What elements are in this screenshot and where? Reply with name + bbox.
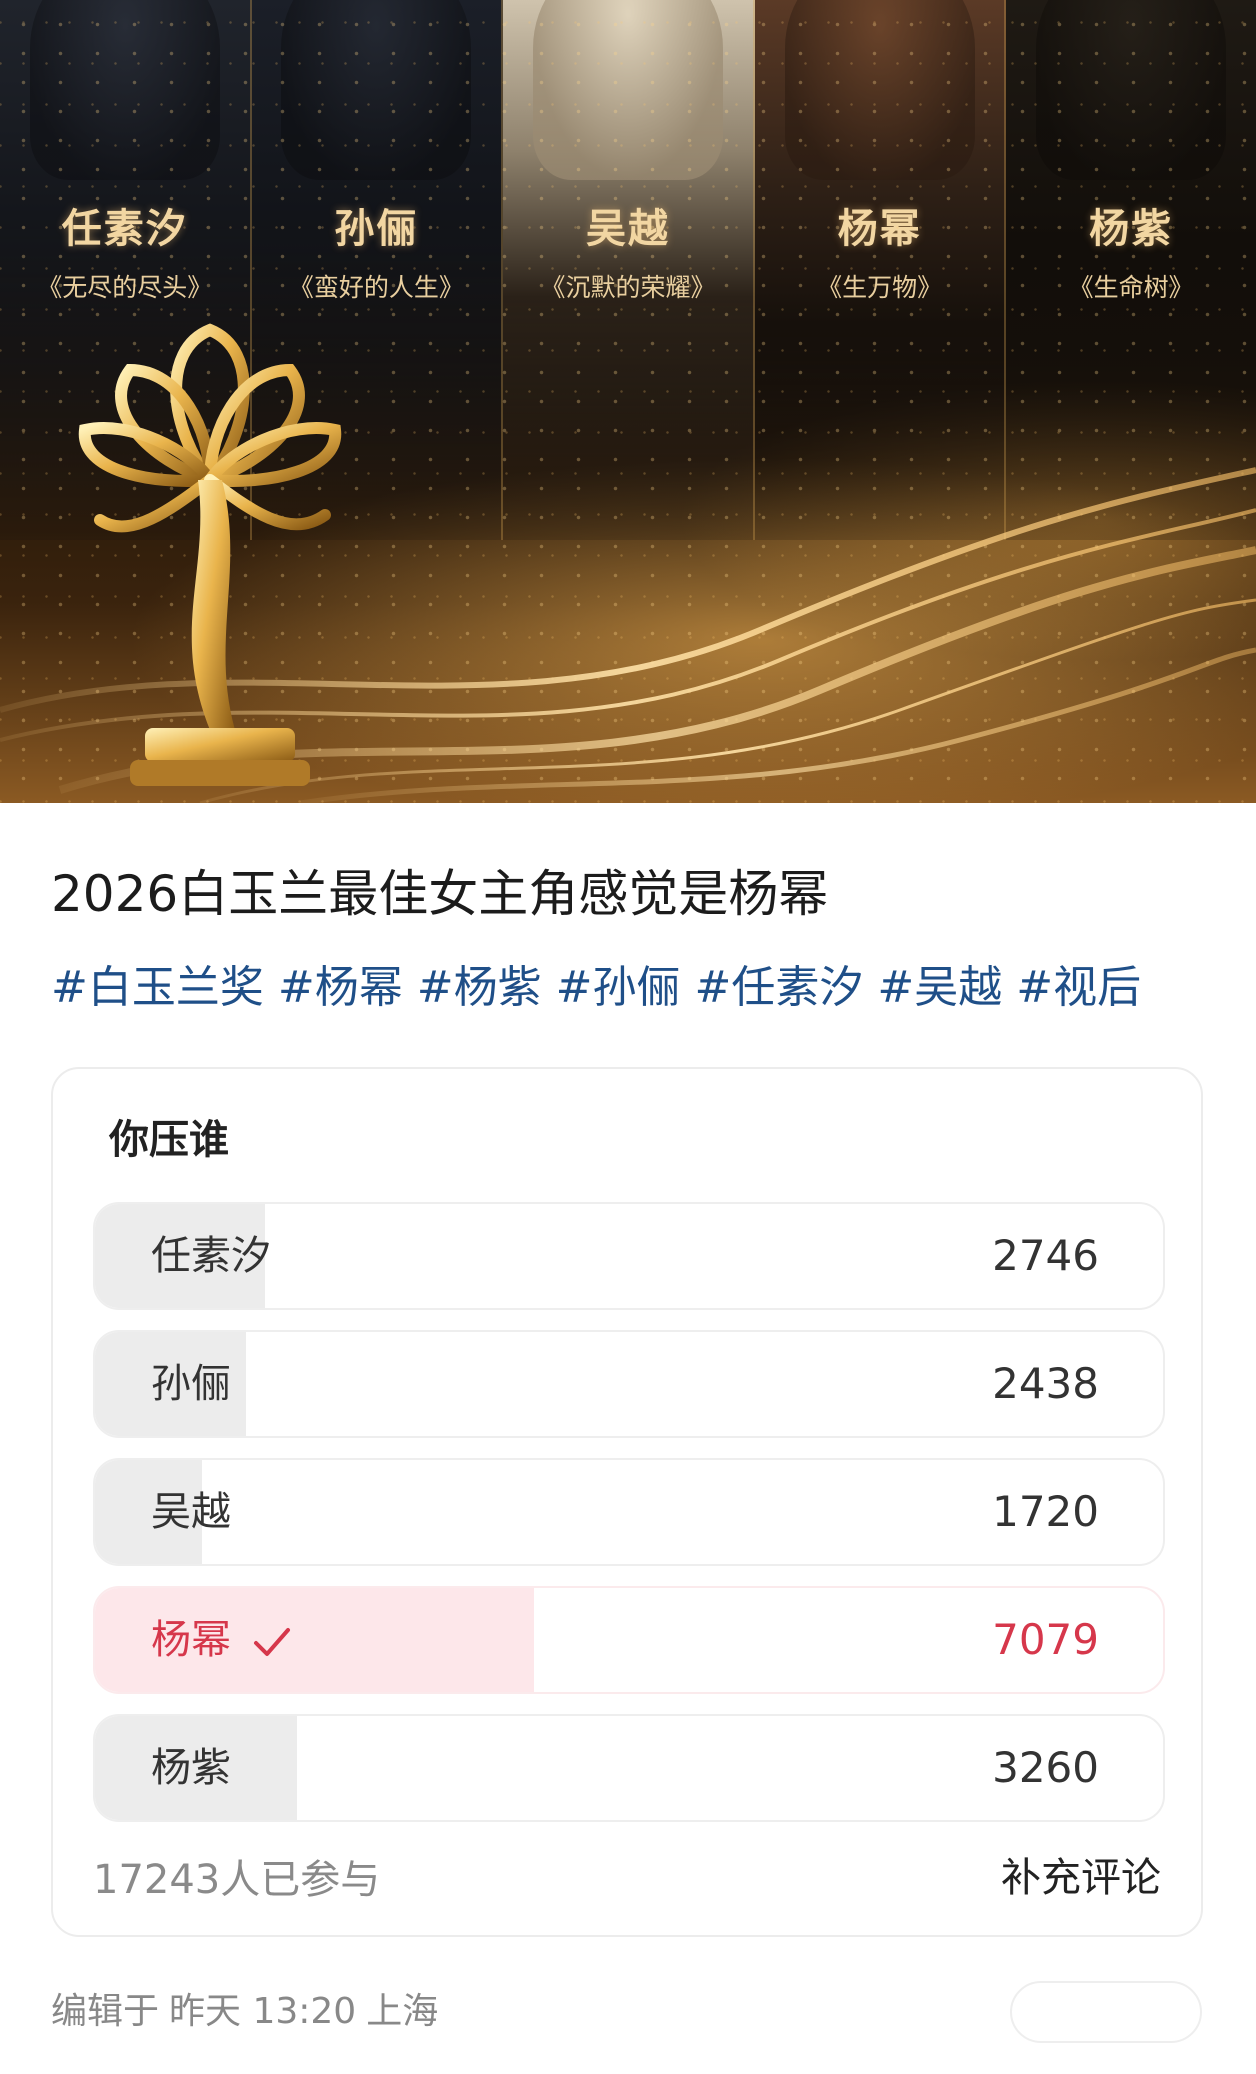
- poll-option-label: 任素汐: [151, 1233, 271, 1279]
- hashtag-list: #白玉兰奖 #杨幂 #杨紫 #孙俪 #任素汐 #吴越 #视后: [51, 958, 1231, 1018]
- poll-option-count: 1720: [992, 1487, 1099, 1536]
- poll-option[interactable]: 杨紫 3260: [93, 1714, 1165, 1822]
- poll-card: 你压谁 任素汐 2746 孙俪 2438 吴越 1720 杨幂 7079 杨紫 …: [51, 1067, 1203, 1937]
- hashtag-link[interactable]: #吴越: [877, 958, 1002, 1018]
- poll-option-count: 3260: [992, 1743, 1099, 1792]
- hashtag-link[interactable]: #孙俪: [556, 958, 681, 1018]
- post-title: 2026白玉兰最佳女主角感觉是杨幂: [51, 865, 829, 923]
- poll-option-label: 吴越: [151, 1489, 231, 1535]
- poll-option[interactable]: 任素汐 2746: [93, 1202, 1165, 1310]
- add-comment-link[interactable]: 补充评论: [1001, 1845, 1161, 1903]
- poll-option[interactable]: 孙俪 2438: [93, 1330, 1165, 1438]
- hashtag-link[interactable]: #白玉兰奖: [51, 958, 264, 1018]
- participant-count: 17243人已参与: [93, 1857, 381, 1903]
- hashtag-link[interactable]: #杨幂: [278, 958, 403, 1018]
- poll-option-label: 孙俪: [151, 1361, 231, 1407]
- edited-prefix: 编辑于: [51, 1991, 160, 2032]
- poll-option-count: 7079: [992, 1615, 1099, 1664]
- post-page: 任素汐 《无尽的尽头》 孙俪 《蛮好的人生》 吴越 《沉默的荣耀》 杨幂 《生万…: [0, 0, 1256, 2074]
- poll-option-selected[interactable]: 杨幂 7079: [93, 1586, 1165, 1694]
- poll-title: 你压谁: [109, 1117, 229, 1163]
- poll-option-label: 杨幂: [151, 1588, 292, 1692]
- hashtag-link[interactable]: #任素汐: [695, 958, 864, 1018]
- hashtag-link[interactable]: #杨紫: [417, 958, 542, 1018]
- magnolia-trophy-icon: [78, 323, 342, 786]
- check-icon: [253, 1628, 290, 1656]
- edit-info: 编辑于 昨天 13:20 上海: [51, 1982, 448, 2034]
- edited-time: 昨天 13:20: [169, 1991, 357, 2032]
- poll-option-label: 杨紫: [151, 1745, 231, 1791]
- footer-action-button[interactable]: [1010, 1981, 1202, 2043]
- poll-option-count: 2438: [992, 1359, 1099, 1408]
- poll-option[interactable]: 吴越 1720: [93, 1458, 1165, 1566]
- poll-option-count: 2746: [992, 1231, 1099, 1280]
- hashtag-link[interactable]: #视后: [1016, 958, 1141, 1018]
- poster-image[interactable]: 任素汐 《无尽的尽头》 孙俪 《蛮好的人生》 吴越 《沉默的荣耀》 杨幂 《生万…: [0, 0, 1256, 803]
- poll-option-label-text: 杨幂: [151, 1617, 231, 1663]
- edited-location: 上海: [366, 1991, 439, 2032]
